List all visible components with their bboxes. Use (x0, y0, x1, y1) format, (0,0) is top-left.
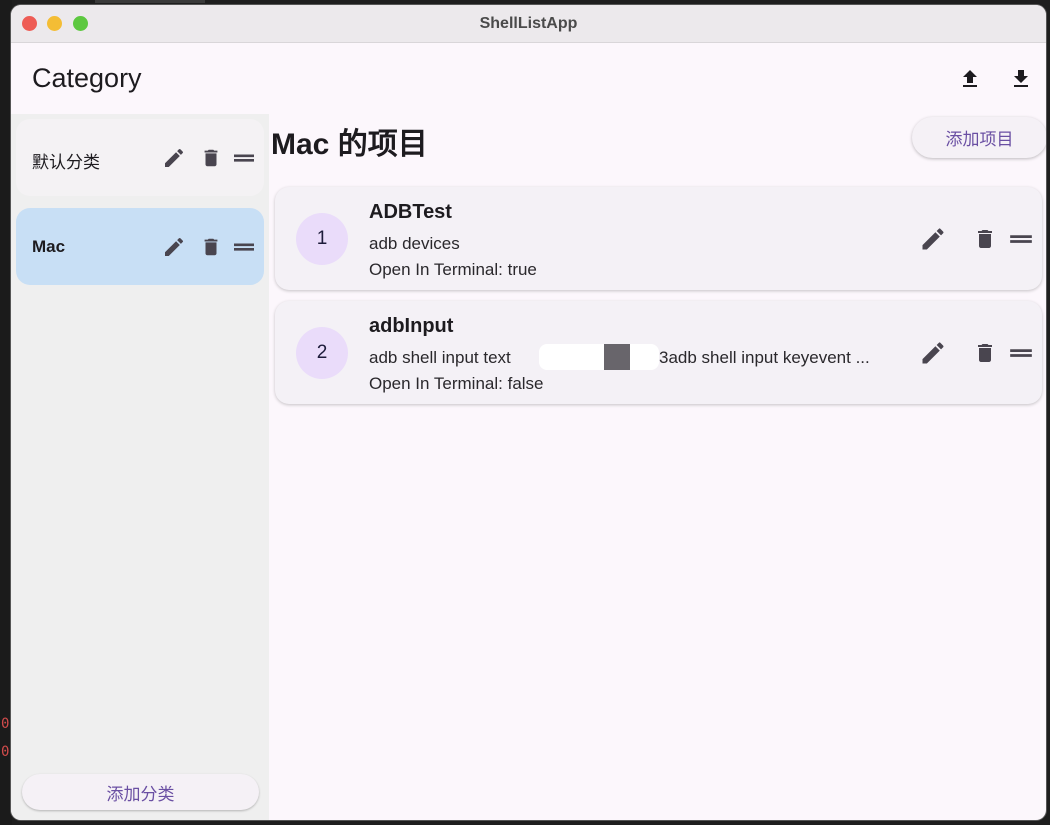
drag-handle-icon[interactable] (232, 235, 256, 259)
window-title: ShellListApp (479, 15, 578, 32)
add-item-button[interactable]: 添加项目 (912, 117, 1046, 158)
upload-icon (963, 70, 977, 87)
item-index-avatar: 2 (296, 327, 348, 379)
command-card[interactable]: 2 adbInput adb shell input text 3adb she… (275, 301, 1042, 404)
app-bar: Category (11, 44, 1046, 114)
edit-icon[interactable] (162, 146, 186, 170)
desktop-background-line (95, 0, 205, 3)
category-item-default[interactable]: 默认分类 (16, 119, 264, 196)
upload-button[interactable] (955, 64, 985, 94)
appbar-title: Category (32, 63, 142, 93)
delete-icon[interactable] (200, 235, 222, 259)
add-category-button[interactable]: 添加分类 (22, 774, 259, 810)
title-bar[interactable]: ShellListApp (11, 5, 1046, 43)
delete-icon[interactable] (973, 225, 997, 253)
redaction-block (604, 344, 630, 370)
redaction-block (539, 344, 659, 370)
edit-icon[interactable] (919, 225, 947, 253)
item-index-avatar: 1 (296, 213, 348, 265)
download-icon (1014, 70, 1028, 87)
delete-icon[interactable] (200, 146, 222, 170)
item-command: adb devices (369, 234, 460, 253)
item-terminal-flag: Open In Terminal: true (369, 260, 537, 279)
item-command-end: 3adb shell input keyevent ... (659, 348, 870, 367)
drag-handle-icon[interactable] (1008, 225, 1034, 253)
download-button[interactable] (1006, 64, 1036, 94)
item-terminal-flag: Open In Terminal: false (369, 374, 544, 393)
edit-icon[interactable] (919, 339, 947, 367)
delete-icon[interactable] (973, 339, 997, 367)
category-label: 默认分类 (32, 153, 100, 172)
edit-icon[interactable] (162, 235, 186, 259)
terminal-background-glyph: 0 (1, 716, 10, 732)
category-item-mac[interactable]: Mac (16, 208, 264, 285)
category-sidebar: 默认分类 Mac 添加分类 (11, 114, 269, 820)
item-title: adbInput (369, 315, 454, 337)
item-title: ADBTest (369, 201, 452, 223)
category-label: Mac (32, 237, 66, 256)
drag-handle-icon[interactable] (232, 146, 256, 170)
terminal-background-glyph: 0 (1, 744, 10, 760)
drag-handle-icon[interactable] (1008, 339, 1034, 367)
command-card[interactable]: 1 ADBTest adb devices Open In Terminal: … (275, 187, 1042, 290)
item-command-start: adb shell input text (369, 348, 511, 367)
page-title: Mac 的项目 (271, 128, 428, 161)
app-window: ShellListApp Category 默认分类 Mac 添加分类 Mac … (11, 5, 1046, 820)
